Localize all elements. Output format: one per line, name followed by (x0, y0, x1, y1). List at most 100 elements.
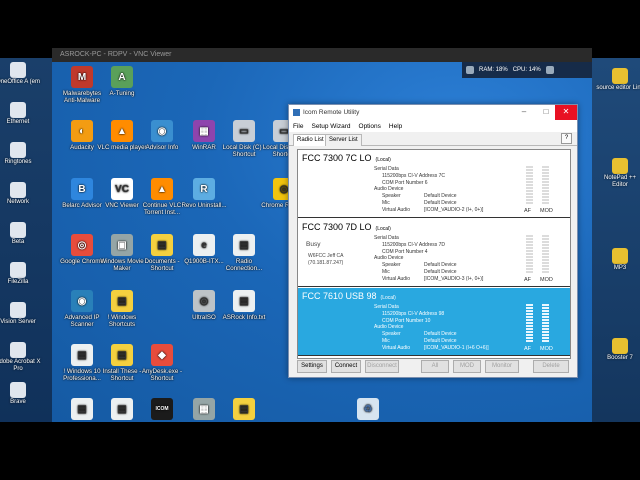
desktop-icon[interactable]: A A-Tuning (96, 66, 148, 97)
detail-label: Serial Data (374, 304, 399, 310)
host-desktop-icon[interactable]: MP3 (596, 248, 640, 272)
desktop-icon[interactable]: ▤ ASRock Info.txt (218, 290, 270, 321)
shortcut-icon: ICOM (151, 398, 173, 420)
disconnect-button[interactable]: Disconnect (365, 360, 399, 373)
shortcut-icon: ▣ (111, 234, 133, 256)
desktop-icon[interactable]: ▤ (218, 398, 270, 422)
desktop-icon[interactable]: ◆ AnyDesk.exe - Shortcut (136, 344, 188, 382)
detail-line: Speaker Default Device (374, 193, 483, 200)
menu-options[interactable]: Options (359, 123, 381, 130)
shortcut-icon: ▤ (233, 234, 255, 256)
shortcut-icon: ▲ (111, 120, 133, 142)
host-desktop-icon[interactable]: NotePad ++ Editor (596, 158, 640, 189)
host-desktop-icon[interactable]: source editor Link (596, 68, 640, 92)
button-row: Settings Connect Disconnect All MOD Moni… (297, 360, 571, 374)
detail-label: 115200bps CI-V Address 7C (382, 172, 446, 179)
mod-meter-label: MOD (540, 346, 553, 352)
host-desktop-icon[interactable]: Ringtones (0, 142, 42, 166)
host-icon-glyph (10, 342, 26, 358)
detail-value: Default Device (424, 199, 457, 206)
desktop-icon-label: Radio Connection... (225, 258, 263, 272)
shortcut-icon: R (193, 178, 215, 200)
host-desktop-icon[interactable]: Beta (0, 222, 42, 246)
detail-label: COM Port Number 4 (382, 248, 428, 255)
desktop-icon[interactable]: ▤ ! Windows Shortcuts (96, 290, 148, 328)
shortcut-icon: e (193, 234, 215, 256)
host-desktop-icon[interactable]: Booster 7 (596, 338, 640, 362)
shortcut-icon: ▭ (233, 120, 255, 142)
detail-label: Audio Device (374, 186, 404, 193)
host-desktop-icon[interactable]: Vision Server (0, 302, 42, 326)
detail-label: 115200bps CI-V Address 98 (382, 310, 445, 317)
menu-file[interactable]: File (293, 123, 303, 130)
host-desktop-left: OneOffice A (em Ethernet Ringtones Network B… (0, 58, 52, 422)
host-desktop-icon[interactable]: Network (0, 182, 42, 206)
radio-name: FCC 7610 USB 98 (Local) (302, 291, 396, 301)
host-icon-glyph (10, 182, 26, 198)
help-button[interactable]: ? (561, 133, 572, 144)
network-icon[interactable] (466, 66, 474, 74)
radio-list: FCC 7300 7C LO (Local) Serial Data 115200bp… (297, 149, 571, 359)
all-button[interactable]: All (421, 360, 449, 373)
host-desktop-icon[interactable]: Brave (0, 382, 42, 406)
detail-line: Mic Default Device (374, 200, 483, 207)
tab-server-list[interactable]: Server List (325, 134, 362, 146)
host-desktop-icon[interactable]: Adobe Acrobat X Pro (0, 342, 42, 373)
detail-value: [ICOM_VAUDIO-3 (I+, 0+)] (424, 275, 484, 282)
shortcut-icon: ◎ (193, 290, 215, 312)
radio-status: Busy (306, 241, 321, 248)
host-desktop-icon[interactable]: Ethernet (0, 102, 42, 126)
desktop-icon[interactable]: ▤ Radio Connection... (218, 234, 270, 272)
desktop-icon-label: A-Tuning (109, 90, 135, 97)
af-meter-label: AF (524, 208, 532, 214)
detail-line: 115200bps CI-V Address 7D (374, 242, 483, 249)
shortcut-icon: ◆ (151, 344, 173, 366)
host-icon-label: FileZilla (7, 279, 29, 285)
host-icon-label: Booster 7 (607, 355, 633, 361)
detail-label: Speaker (382, 331, 401, 338)
monitor-button[interactable]: Monitor (485, 360, 519, 373)
radio-entry[interactable]: FCC 7300 7D LO (Local) Busy W6FCC Jeff CA (7… (298, 219, 570, 287)
detail-line: 115200bps CI-V Address 7C (374, 173, 483, 180)
af-level-meter (526, 235, 533, 273)
screen: OneOffice A (em Ethernet Ringtones Network B… (0, 0, 640, 480)
connect-button[interactable]: Connect (331, 360, 361, 373)
bottom-letterbox (0, 422, 640, 480)
maximize-icon[interactable]: □ (537, 105, 555, 120)
radio-entry[interactable]: FCC 7610 USB 98 (Local) Serial Data 115200b… (298, 288, 570, 356)
radio-entry[interactable]: FCC 7300 7C LO (Local) Serial Data 115200bp… (298, 150, 570, 218)
settings-button[interactable]: Settings (297, 360, 327, 373)
detail-value: Default Device (424, 331, 457, 338)
close-icon[interactable]: ✕ (555, 105, 577, 120)
af-level-meter (526, 304, 533, 342)
host-desktop-icon[interactable]: OneOffice A (em (0, 62, 42, 86)
detail-label: Mic (382, 199, 390, 206)
mod-button[interactable]: MOD (453, 360, 481, 373)
icom-titlebar[interactable]: Icom Remote Utility – □ ✕ (289, 105, 577, 120)
tray-app-icon[interactable] (545, 66, 554, 74)
recycle-bin-icon[interactable]: ♻ (342, 398, 394, 422)
system-tray: RAM: 18% CPU: 14% (462, 62, 592, 78)
delete-button[interactable]: Delete (533, 360, 569, 373)
detail-line: Audio Device (374, 255, 483, 262)
host-desktop-icon[interactable]: FileZilla (0, 262, 42, 286)
detail-label: Speaker (382, 193, 401, 200)
menu-help[interactable]: Help (389, 123, 402, 130)
host-icon-label: Brave (10, 399, 26, 405)
menu-setup-wizard[interactable]: Setup Wizard (311, 123, 350, 130)
host-icon-glyph (612, 68, 628, 84)
desktop-icon-label: ! Windows Shortcuts (107, 314, 137, 328)
af-meter-label: AF (524, 277, 532, 283)
radio-location-tag: (Local) (375, 226, 391, 232)
mod-level-meter (542, 166, 549, 204)
shortcut-icon: ▦ (193, 398, 215, 420)
desktop-icon-label: Revo Uninstall... (181, 202, 227, 209)
detail-label: 115200bps CI-V Address 7D (382, 241, 446, 248)
desktop-icon[interactable]: R Revo Uninstall... (178, 178, 230, 209)
shortcut-icon: ▤ (111, 290, 133, 312)
mod-meter-label: MOD (540, 208, 553, 214)
minimize-icon[interactable]: – (515, 105, 533, 120)
host-icon-label: OneOffice A (em (0, 79, 40, 85)
detail-line: Virtual Audio [ICOM_VAUDIO-2 (I+, 0+)] (374, 207, 483, 214)
tab-radio-list[interactable]: Radio List (293, 134, 328, 146)
